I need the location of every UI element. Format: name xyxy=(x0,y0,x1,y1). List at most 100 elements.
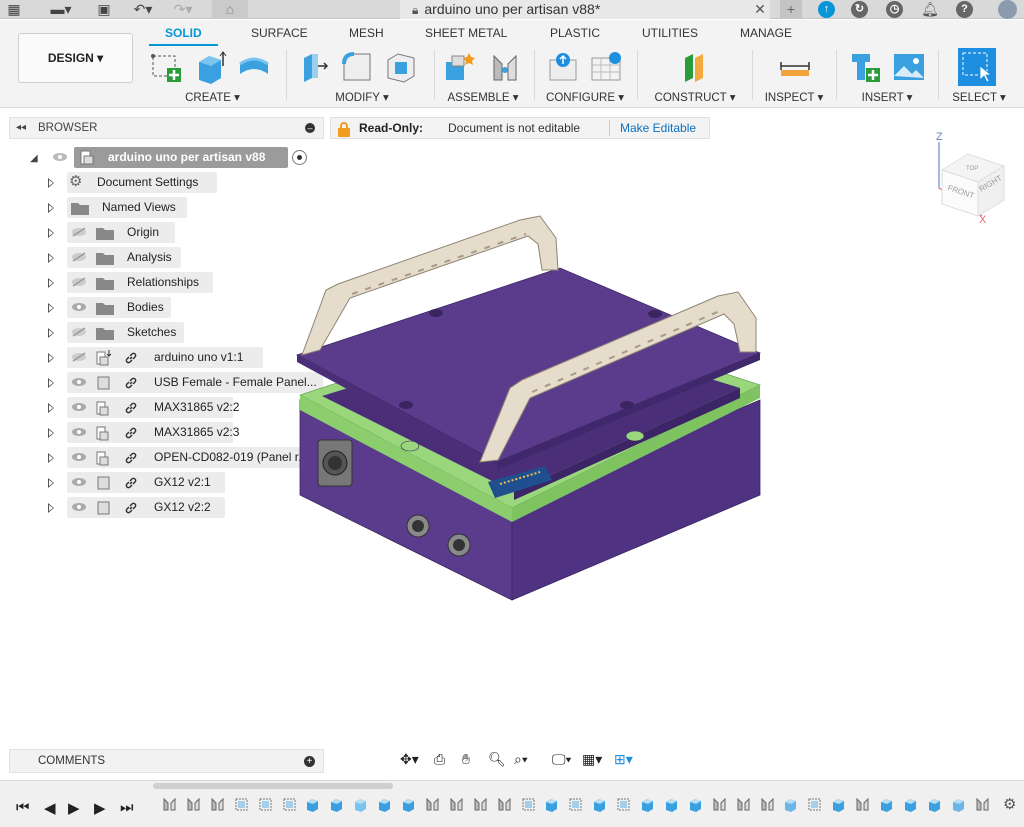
tree-item-named-views[interactable]: Named Views xyxy=(0,197,200,219)
timeline-joint-icon[interactable] xyxy=(473,797,488,812)
home-icon[interactable]: ⌂ xyxy=(212,0,248,19)
timeline-joint-icon[interactable] xyxy=(712,797,727,812)
create-label[interactable]: CREATE ▾ xyxy=(145,90,280,104)
tab-surface[interactable]: SURFACE xyxy=(251,26,308,40)
expand-icon[interactable] xyxy=(48,303,54,313)
joint-icon[interactable] xyxy=(488,50,522,84)
press-pull-icon[interactable] xyxy=(296,50,330,84)
timeline-joint-icon[interactable] xyxy=(975,797,990,812)
extensions-icon[interactable]: ↻ xyxy=(851,1,868,18)
new-tab-icon[interactable]: + xyxy=(780,0,802,19)
go-to-end-icon[interactable]: ⏭ xyxy=(120,799,134,816)
look-at-icon[interactable]: ⎙ xyxy=(434,751,445,768)
expand-down-icon[interactable]: ◢ xyxy=(30,149,38,169)
expand-icon[interactable] xyxy=(48,178,54,188)
document-tab[interactable]: 🔒︎ arduino uno per artisan v88* xyxy=(400,0,770,19)
collapse-panel-icon[interactable]: ◂◂ xyxy=(16,118,26,138)
close-tab-icon[interactable]: ✕ xyxy=(748,0,772,19)
new-component-icon[interactable] xyxy=(442,50,476,84)
step-forward-icon[interactable]: ▶︎ xyxy=(94,799,106,817)
workspace-switcher[interactable]: DESIGN ▾ xyxy=(18,33,133,83)
visibility-eye-icon[interactable] xyxy=(71,477,87,487)
visibility-eye-icon[interactable] xyxy=(71,302,87,312)
assemble-label[interactable]: ASSEMBLE ▾ xyxy=(438,90,528,104)
tree-item-max31865-3[interactable]: MAX31865 v2:3 xyxy=(0,422,240,444)
timeline-sketch-icon[interactable] xyxy=(616,797,631,812)
tab-utilities[interactable]: UTILITIES xyxy=(642,26,698,40)
timeline-sketch-icon[interactable] xyxy=(521,797,536,812)
play-icon[interactable]: ▶ xyxy=(68,799,80,817)
insert-mcmaster-icon[interactable] xyxy=(848,50,882,84)
shell-icon[interactable] xyxy=(384,50,418,84)
display-settings-icon[interactable]: 🖵▾ xyxy=(552,751,571,768)
timeline-body-icon[interactable] xyxy=(377,797,392,812)
timeline-joint-icon[interactable] xyxy=(449,797,464,812)
tree-item-open-cd082[interactable]: OPEN-CD082-019 (Panel r... xyxy=(0,447,330,469)
timeline-sketch-icon[interactable] xyxy=(234,797,249,812)
timeline-settings-icon[interactable]: ⚙ xyxy=(1003,795,1016,813)
tab-sheet-metal[interactable]: SHEET METAL xyxy=(425,26,507,40)
fillet-icon[interactable] xyxy=(340,50,374,84)
create-sketch-icon[interactable] xyxy=(149,50,183,84)
fit-icon[interactable]: ⌕▾ xyxy=(514,751,528,768)
timeline-body-icon[interactable] xyxy=(640,797,655,812)
grid-icon[interactable]: ▦▾ xyxy=(582,751,602,768)
model-viewport[interactable] xyxy=(290,205,770,615)
visibility-eye-icon[interactable] xyxy=(71,402,87,412)
expand-icon[interactable] xyxy=(48,228,54,238)
go-to-start-icon[interactable]: ⏮ xyxy=(16,799,30,816)
insert-canvas-icon[interactable] xyxy=(892,50,926,84)
tree-item-gx12-1[interactable]: GX12 v2:1 xyxy=(0,472,240,494)
timeline-body-icon[interactable] xyxy=(879,797,894,812)
tree-item-usb-female[interactable]: USB Female - Female Panel... xyxy=(0,372,330,394)
timeline-body-icon[interactable] xyxy=(401,797,416,812)
file-menu-icon[interactable]: ▬▾ xyxy=(50,0,72,19)
tab-solid[interactable]: SOLID xyxy=(149,26,218,46)
timeline-joint-icon[interactable] xyxy=(210,797,225,812)
hidden-eye-icon[interactable] xyxy=(71,227,87,237)
clock-icon[interactable]: ◷ xyxy=(886,1,903,18)
construct-label[interactable]: CONSTRUCT ▾ xyxy=(645,90,745,104)
timeline-joint-icon[interactable] xyxy=(760,797,775,812)
tree-item-relationships[interactable]: Relationships xyxy=(0,272,215,294)
expand-icon[interactable] xyxy=(48,203,54,213)
expand-icon[interactable] xyxy=(48,253,54,263)
timeline-body-icon[interactable] xyxy=(927,797,942,812)
select-label[interactable]: SELECT ▾ xyxy=(944,90,1014,104)
timeline-joint-icon[interactable] xyxy=(736,797,751,812)
minimize-panel-icon[interactable]: – xyxy=(305,123,315,133)
timeline-fillet-icon[interactable] xyxy=(951,797,966,812)
timeline-scrollbar[interactable] xyxy=(153,783,393,789)
timeline-body-icon[interactable] xyxy=(544,797,559,812)
timeline-sketch-icon[interactable] xyxy=(258,797,273,812)
insert-label[interactable]: INSERT ▾ xyxy=(842,90,932,104)
offset-plane-icon[interactable] xyxy=(677,50,711,84)
timeline-body-icon[interactable] xyxy=(903,797,918,812)
make-editable-link[interactable]: Make Editable xyxy=(620,118,696,138)
timeline-shell-icon[interactable] xyxy=(353,797,368,812)
timeline-body-icon[interactable] xyxy=(329,797,344,812)
visibility-eye-icon[interactable] xyxy=(52,152,68,162)
browser-panel-header[interactable]: ◂◂ BROWSER – xyxy=(9,117,324,139)
timeline-joint-icon[interactable] xyxy=(186,797,201,812)
expand-icon[interactable] xyxy=(48,328,54,338)
save-icon[interactable]: ▣ xyxy=(94,0,114,19)
expand-icon[interactable] xyxy=(48,478,54,488)
tree-item-gx12-2[interactable]: GX12 v2:2 xyxy=(0,497,240,519)
tree-item-max31865-2[interactable]: MAX31865 v2:2 xyxy=(0,397,240,419)
timeline-joint-icon[interactable] xyxy=(855,797,870,812)
timeline-joint-icon[interactable] xyxy=(425,797,440,812)
timeline-joint-icon[interactable] xyxy=(162,797,177,812)
undo-icon[interactable]: ↶▾ xyxy=(130,0,156,19)
expand-icon[interactable] xyxy=(48,428,54,438)
zoom-icon[interactable]: 🔍︎ xyxy=(488,751,506,768)
timeline-joint-icon[interactable] xyxy=(497,797,512,812)
expand-icon[interactable] xyxy=(48,403,54,413)
timeline-body-icon[interactable] xyxy=(831,797,846,812)
timeline-body-icon[interactable] xyxy=(688,797,703,812)
job-status-icon[interactable]: ↑ xyxy=(818,1,835,18)
activate-radio-icon[interactable] xyxy=(292,150,307,165)
tree-item-arduino-uno[interactable]: arduino uno v1:1 xyxy=(0,347,270,369)
tree-item-bodies[interactable]: Bodies xyxy=(0,297,180,319)
pan-hand-icon[interactable]: ✋︎ xyxy=(462,751,470,768)
